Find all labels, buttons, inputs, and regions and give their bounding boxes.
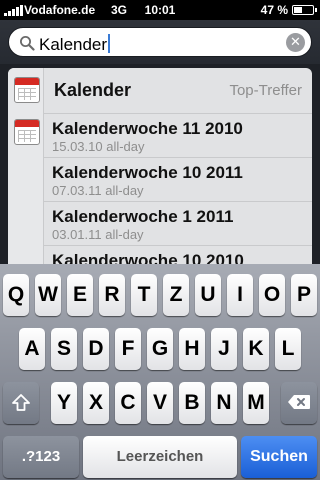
- key-r[interactable]: R: [99, 274, 125, 316]
- key-c[interactable]: C: [115, 382, 141, 424]
- key-n[interactable]: N: [211, 382, 237, 424]
- search-input[interactable]: Kalender ✕: [8, 27, 312, 57]
- event-title: Kalenderwoche 1 2011: [52, 207, 234, 226]
- search-results: Kalender Top-Treffer Kalenderwoche 11 20…: [0, 64, 320, 264]
- key-q[interactable]: Q: [3, 274, 29, 316]
- key-l[interactable]: L: [275, 328, 301, 370]
- event-title: Kalenderwoche 10 2011: [52, 163, 243, 182]
- key-j[interactable]: J: [211, 328, 237, 370]
- key-t[interactable]: T: [131, 274, 157, 316]
- key-h[interactable]: H: [179, 328, 205, 370]
- key-k[interactable]: K: [243, 328, 269, 370]
- battery-icon: [292, 5, 317, 15]
- event-date: 07.03.11 all-day: [52, 183, 144, 198]
- key-b[interactable]: B: [179, 382, 205, 424]
- top-hit-tag: Top-Treffer: [229, 82, 302, 99]
- key-f[interactable]: F: [115, 328, 141, 370]
- key-s[interactable]: S: [51, 328, 77, 370]
- backspace-icon: [288, 395, 310, 409]
- list-item[interactable]: Kalenderwoche 10 2010: [44, 246, 312, 264]
- event-date: 03.01.11 all-day: [52, 227, 144, 242]
- event-title: Kalenderwoche 10 2010: [52, 251, 244, 264]
- top-hit-row[interactable]: Kalender Top-Treffer: [44, 68, 312, 114]
- results-list: Kalender Top-Treffer Kalenderwoche 11 20…: [8, 68, 312, 264]
- key-g[interactable]: G: [147, 328, 173, 370]
- list-item[interactable]: Kalenderwoche 1 2011 03.01.11 all-day: [44, 202, 312, 246]
- clear-icon[interactable]: ✕: [286, 33, 305, 52]
- key-v[interactable]: V: [147, 382, 173, 424]
- key-z[interactable]: Z: [163, 274, 189, 316]
- key-a[interactable]: A: [19, 328, 45, 370]
- key-i[interactable]: I: [227, 274, 253, 316]
- shift-key[interactable]: [3, 382, 39, 424]
- event-title: Kalenderwoche 11 2010: [52, 119, 243, 138]
- event-date: 15.03.10 all-day: [52, 139, 145, 154]
- list-item[interactable]: Kalenderwoche 11 2010 15.03.10 all-day: [44, 114, 312, 158]
- space-key[interactable]: Leerzeichen: [83, 436, 237, 478]
- battery-percent: 47 %: [260, 3, 288, 17]
- key-p[interactable]: P: [291, 274, 317, 316]
- numbers-key[interactable]: .?123: [3, 436, 79, 478]
- search-bar: Kalender ✕: [0, 20, 320, 64]
- key-x[interactable]: X: [83, 382, 109, 424]
- top-hit-title: Kalender: [54, 80, 132, 100]
- key-m[interactable]: M: [243, 382, 269, 424]
- backspace-key[interactable]: [281, 382, 317, 424]
- keyboard: Q W E R T Z U I O P A S D F G H J K L Y …: [0, 264, 320, 480]
- results-icon-column: [8, 68, 44, 264]
- search-key[interactable]: Suchen: [241, 436, 317, 478]
- key-w[interactable]: W: [35, 274, 61, 316]
- calendar-app-icon: [14, 77, 40, 103]
- key-e[interactable]: E: [67, 274, 93, 316]
- key-u[interactable]: U: [195, 274, 221, 316]
- shift-arrow-icon: [12, 394, 30, 411]
- search-query: Kalender: [39, 34, 111, 55]
- text-cursor: [108, 34, 111, 53]
- key-d[interactable]: D: [83, 328, 109, 370]
- status-bar: Vodafone.de 3G 10:01 47 %: [0, 0, 320, 20]
- calendar-event-icon: [14, 119, 40, 145]
- list-item[interactable]: Kalenderwoche 10 2011 07.03.11 all-day: [44, 158, 312, 202]
- battery-level: [294, 7, 302, 13]
- search-icon: [20, 36, 35, 51]
- key-o[interactable]: O: [259, 274, 285, 316]
- key-y[interactable]: Y: [51, 382, 77, 424]
